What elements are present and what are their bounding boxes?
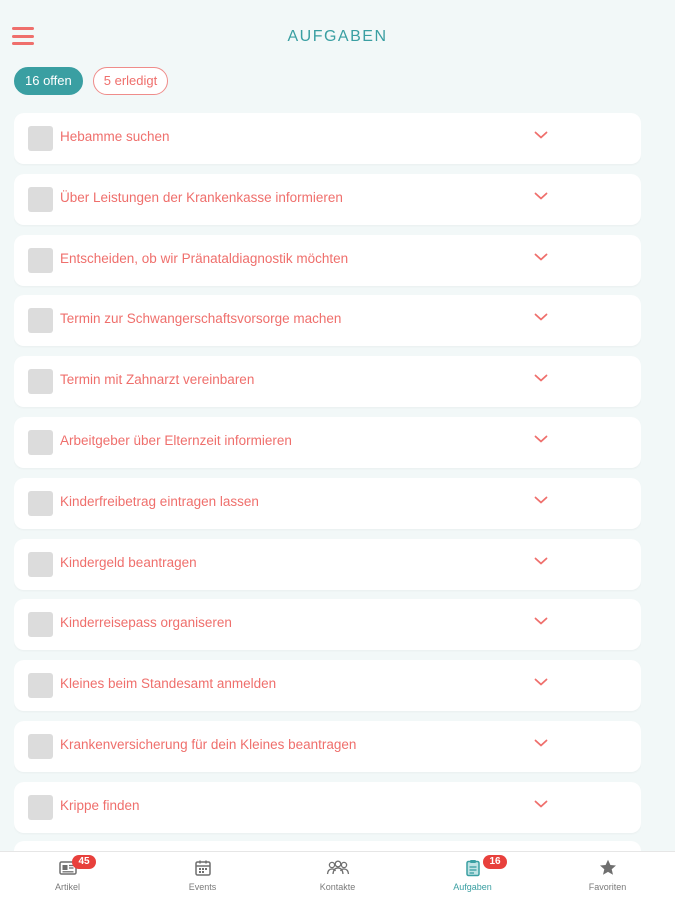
task-label: Über Leistungen der Krankenkasse informi…: [60, 189, 343, 205]
task-item[interactable]: Hebamme suchen: [14, 113, 641, 164]
task-label: Kindergeld beantragen: [60, 554, 197, 570]
task-checkbox[interactable]: [28, 247, 53, 273]
task-checkbox[interactable]: [28, 673, 53, 699]
task-checkbox[interactable]: [28, 369, 53, 395]
task-label: Kinderfreibetrag eintragen lassen: [60, 493, 259, 509]
task-item[interactable]: Krippe finden: [14, 781, 641, 833]
chevron-down-icon[interactable]: [534, 312, 548, 322]
chevron-down-icon[interactable]: [534, 616, 548, 626]
task-checkbox[interactable]: [28, 733, 53, 759]
task-label: Arbeitgeber über Elternzeit informieren: [60, 432, 292, 448]
task-checkbox[interactable]: [28, 429, 53, 455]
calendar-icon: [194, 860, 211, 876]
chevron-down-icon[interactable]: [534, 191, 548, 201]
task-item[interactable]: Kleines beim Standesamt anmelden: [14, 660, 641, 712]
tab-aufgaben[interactable]: 16 Aufgaben: [405, 852, 540, 900]
task-label: Kinderreisepass organiseren: [60, 615, 232, 631]
task-item[interactable]: Entscheiden, ob wir Pränataldiagnostik m…: [14, 234, 641, 286]
tab-kontakte[interactable]: Kontakte: [270, 852, 405, 900]
task-checkbox[interactable]: [28, 612, 53, 638]
app-header: AUFGABEN: [0, 0, 675, 62]
tab-artikel[interactable]: 45 Artikel: [0, 852, 135, 900]
task-label: Termin zur Schwangerschaftsvorsorge mach…: [60, 311, 342, 327]
clipboard-icon: [465, 860, 480, 877]
tab-label: Kontakte: [319, 882, 356, 892]
task-checkbox[interactable]: [28, 186, 53, 212]
task-checkbox[interactable]: [28, 490, 53, 516]
chevron-down-icon[interactable]: [534, 556, 548, 566]
open-tasks-filter-button[interactable]: 16 offen: [14, 67, 83, 95]
star-icon: [599, 859, 616, 875]
tab-label: Aufgaben: [453, 882, 492, 892]
task-item[interactable]: Termin zur Schwangerschaftsvorsorge mach…: [14, 295, 641, 347]
task-item[interactable]: Kinderreisepass organiseren: [14, 599, 641, 651]
task-item[interactable]: Arbeitgeber über Elternzeit informieren: [14, 416, 641, 468]
tasks-count-badge: 16: [483, 855, 507, 869]
task-item[interactable]: Kindergeld beantragen: [14, 538, 641, 590]
chevron-down-icon[interactable]: [534, 677, 548, 687]
task-label: Krankenversicherung für dein Kleines bea…: [60, 736, 357, 752]
chevron-down-icon[interactable]: [534, 434, 548, 444]
task-filter: 16 offen 5 erledigt: [14, 67, 169, 95]
articles-count-badge: 45: [72, 855, 96, 869]
chevron-down-icon[interactable]: [534, 130, 548, 140]
chevron-down-icon[interactable]: [534, 373, 548, 383]
chevron-down-icon[interactable]: [534, 495, 548, 505]
task-item[interactable]: Über Leistungen der Krankenkasse informi…: [14, 173, 641, 225]
tab-events[interactable]: Events: [135, 852, 270, 900]
bottom-tab-bar: 45 Artikel Events Kontakte 16 Aufgaben F…: [0, 851, 675, 900]
task-label: Hebamme suchen: [60, 129, 170, 144]
task-label: Termin mit Zahnarzt vereinbaren: [60, 372, 255, 388]
chevron-down-icon[interactable]: [534, 799, 548, 809]
tab-favoriten[interactable]: Favoriten: [540, 852, 675, 900]
task-checkbox[interactable]: [28, 308, 53, 334]
task-label: Krippe finden: [60, 797, 140, 813]
task-item[interactable]: Kinderfreibetrag eintragen lassen: [14, 477, 641, 529]
task-list: Hebamme suchen Über Leistungen der Krank…: [14, 113, 641, 847]
task-checkbox[interactable]: [28, 551, 53, 577]
tab-label: Events: [188, 882, 217, 892]
contacts-icon: [326, 860, 349, 875]
task-checkbox[interactable]: [28, 794, 53, 820]
done-tasks-filter-button[interactable]: 5 erledigt: [92, 67, 169, 95]
task-label: Entscheiden, ob wir Pränataldiagnostik m…: [60, 250, 349, 266]
task-item[interactable]: Krankenversicherung für dein Kleines bea…: [14, 720, 641, 772]
chevron-down-icon[interactable]: [534, 738, 548, 748]
tab-label: Favoriten: [588, 882, 627, 892]
page-title: AUFGABEN: [287, 28, 388, 45]
tab-label: Artikel: [54, 882, 80, 892]
chevron-down-icon[interactable]: [534, 252, 548, 262]
task-item[interactable]: Termin mit Zahnarzt vereinbaren: [14, 356, 641, 408]
task-label: Kleines beim Standesamt anmelden: [60, 676, 277, 692]
task-checkbox[interactable]: [28, 126, 53, 151]
